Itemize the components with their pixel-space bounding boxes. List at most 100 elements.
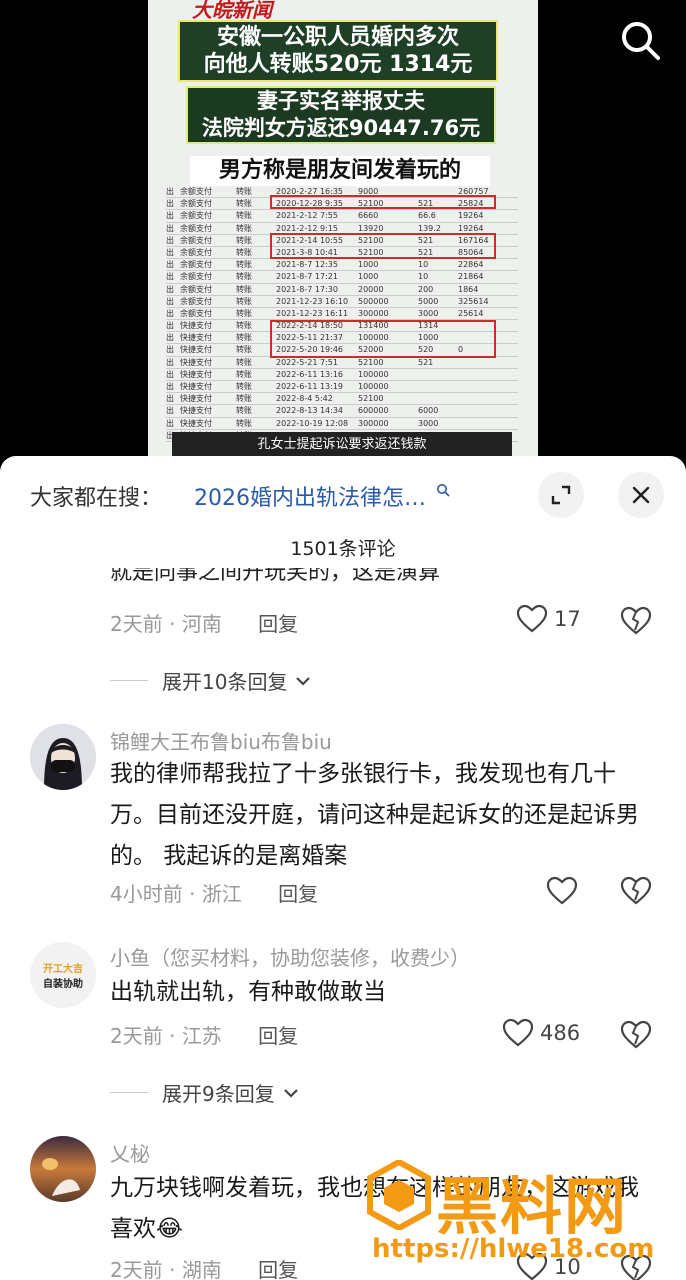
table-cell: 3000 (418, 308, 439, 318)
table-cell: 2021-8-7 17:30 (276, 284, 338, 294)
table-cell: 出 (166, 394, 174, 404)
broken-heart-icon[interactable] (620, 606, 652, 636)
table-cell: 5000 (418, 296, 439, 306)
comment-author[interactable]: 锦鲤大王布鲁biu布鲁biu (110, 726, 332, 755)
table-cell: 2021-8-7 17:21 (276, 272, 338, 282)
table-cell: 2022-6-11 13:19 (276, 382, 343, 391)
expand-icon (551, 485, 571, 505)
table-cell: 100000 (358, 369, 389, 379)
search-button[interactable] (618, 18, 664, 64)
watermark-logo-icon (367, 1160, 431, 1230)
table-cell: 转账 (236, 260, 252, 270)
table-cell: 快捷支付 (180, 357, 212, 367)
avatar-image (30, 724, 96, 790)
partial-comment-text-content: 就是同事之间开玩笑的，这是演算 (110, 568, 441, 585)
table-cell (418, 369, 458, 380)
table-row: 出余额支付 转账 2021-12-23 16:10 500000 5000 325614 (166, 296, 518, 308)
video-frame: 大皖新闻 出余额支付 转账 2020-2-27 16:35 9000 260757 出余额… (148, 0, 538, 462)
table-cell: 出 (166, 211, 174, 221)
table-cell: 19264 (458, 211, 484, 221)
comment-author[interactable]: 乂柲 (110, 1138, 150, 1167)
table-cell: 快捷支付 (180, 321, 212, 331)
watermark-url: https://hlwe18.com (372, 1234, 655, 1264)
table-cell: 521 (418, 357, 434, 367)
expand-replies-label: 展开10条回复 (162, 670, 288, 694)
like-button[interactable] (546, 876, 578, 906)
table-cell (418, 393, 458, 404)
divider-line (110, 1092, 148, 1093)
reply-button[interactable]: 回复 (258, 612, 298, 636)
avatar[interactable] (30, 1136, 96, 1202)
table-cell (458, 369, 518, 380)
table-cell: 10 (418, 260, 429, 270)
expand-replies-button[interactable]: 展开10条回复 (110, 666, 311, 695)
video-player[interactable]: 大皖新闻 出余额支付 转账 2020-2-27 16:35 9000 260757 出余额… (0, 0, 686, 462)
table-cell: 转账 (236, 308, 252, 318)
reply-button[interactable]: 回复 (278, 882, 318, 906)
table-cell: 余额支付 (180, 211, 212, 221)
broken-heart-icon[interactable] (620, 1020, 652, 1050)
table-cell: 转账 (236, 369, 252, 379)
table-row: 出快捷支付 转账 2022-6-11 13:16 100000 (166, 369, 518, 381)
subhead-line-3: 男方称是朋友间发着玩的 (190, 156, 490, 186)
comment-location: 河南 (181, 612, 222, 636)
comment-count: 1501条评论 (290, 538, 396, 560)
comment-meta: 2天前 · 江苏 回复 (110, 1020, 298, 1049)
comment-location: 浙江 (201, 882, 242, 906)
heart-icon (516, 604, 548, 633)
reply-button[interactable]: 回复 (258, 1258, 298, 1280)
table-cell: 2021-2-12 7:55 (276, 211, 338, 221)
chevron-down-icon (283, 1088, 298, 1098)
table-cell: 20000 (358, 284, 384, 294)
table-cell: 3000 (418, 418, 439, 428)
table-cell: 余额支付 (180, 247, 212, 257)
broken-heart-icon[interactable] (620, 876, 652, 906)
close-button[interactable] (618, 472, 664, 518)
like-button[interactable]: 17 (516, 604, 581, 634)
heart-icon (502, 1018, 534, 1047)
table-cell: 余额支付 (180, 235, 212, 245)
table-cell: 2022-8-13 14:34 (276, 406, 343, 416)
table-cell: 2022-5-21 7:51 (276, 357, 338, 367)
comment-author[interactable]: 小鱼（您买材料，协助您装修，收费少） (110, 942, 470, 971)
divider-line (110, 680, 148, 681)
chevron-down-icon (296, 676, 311, 686)
avatar[interactable]: 开工大吉 自装协助 (30, 942, 96, 1008)
avatar-text: 自装协助 (43, 979, 83, 990)
table-cell: 出 (166, 235, 174, 245)
table-cell: 出 (166, 369, 174, 379)
avatar[interactable] (30, 724, 96, 790)
headline-banner: 安徽一公职人员婚内多次 向他人转账520元 1314元 (178, 20, 498, 82)
table-cell: 300000 (358, 418, 389, 428)
meta-dot: · (169, 612, 182, 636)
expand-button[interactable] (538, 472, 584, 518)
table-cell: 转账 (236, 394, 252, 404)
table-cell: 出 (166, 345, 174, 355)
comments-panel: 大家都在搜： 2026婚内出轨法律怎… 1501条评论 就是同事之间开玩笑的，这… (0, 456, 686, 1280)
table-cell (458, 357, 518, 368)
table-cell: 出 (166, 272, 174, 282)
partial-comment-text: 就是同事之间开玩笑的，这是演算 (110, 568, 570, 588)
table-cell: 快捷支付 (180, 394, 212, 404)
table-cell: 出 (166, 357, 174, 367)
hot-search-link-text: 2026婚内出轨法律怎… (194, 486, 426, 511)
table-row: 出快捷支付 转账 2022-6-11 13:19 100000 (166, 381, 518, 394)
table-cell: 600000 (358, 406, 389, 416)
table-cell: 2022-6-11 13:16 (276, 369, 343, 379)
highlight-box (270, 320, 496, 358)
table-cell: 转账 (236, 272, 252, 282)
table-cell: 出 (166, 296, 174, 306)
table-cell: 快捷支付 (180, 406, 212, 416)
reply-button[interactable]: 回复 (258, 1024, 298, 1048)
avatar-text: 开工大吉 (43, 964, 83, 975)
expand-replies-button[interactable]: 展开9条回复 (110, 1078, 299, 1107)
table-cell: 300000 (358, 308, 389, 318)
table-cell: 出 (166, 382, 174, 391)
like-button[interactable]: 486 (502, 1018, 580, 1048)
table-row: 出余额支付 转账 2021-12-23 16:11 300000 3000 25614 (166, 308, 518, 321)
table-cell: 2021-12-23 16:11 (276, 308, 349, 318)
table-cell: 出 (166, 321, 174, 331)
hot-search-link[interactable]: 2026婚内出轨法律怎… (194, 480, 450, 512)
comment-time: 2天前 (110, 1024, 163, 1048)
table-cell: 2022-10-19 12:08 (276, 418, 349, 428)
